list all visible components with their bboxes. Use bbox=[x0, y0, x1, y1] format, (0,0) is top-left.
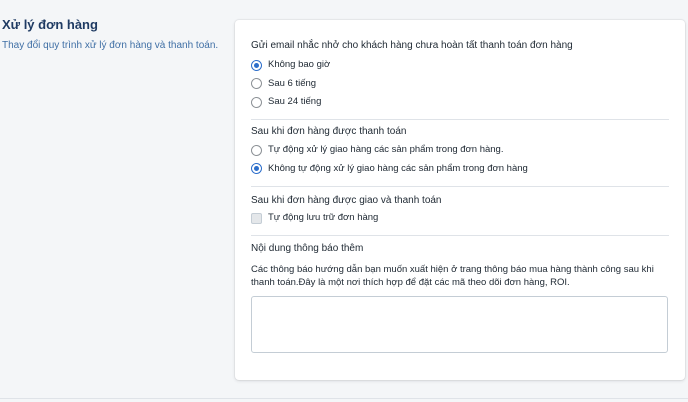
after-delivered-title: Sau khi đơn hàng được giao và thanh toán bbox=[251, 195, 442, 206]
after-paid-title: Sau khi đơn hàng được thanh toán bbox=[251, 126, 407, 137]
auto-archive-option[interactable]: Tự động lưu trữ đơn hàng bbox=[251, 209, 669, 228]
reminder-option-never[interactable]: Không bao giờ bbox=[251, 56, 669, 75]
auto-archive-checkbox[interactable] bbox=[251, 212, 262, 224]
after-paid-option-label: Tự động xử lý giao hàng các sản phẩm tro… bbox=[268, 144, 504, 156]
section-title: Xử lý đơn hàng bbox=[2, 17, 98, 32]
reminder-option-24h[interactable]: Sau 24 tiếng bbox=[251, 93, 669, 112]
divider bbox=[251, 186, 669, 187]
reminder-option-label: Sau 6 tiếng bbox=[268, 77, 317, 89]
bottom-divider bbox=[0, 398, 688, 399]
reminder-option-6h[interactable]: Sau 6 tiếng bbox=[251, 75, 669, 94]
extra-notice-title: Nội dung thông báo thêm bbox=[251, 243, 364, 254]
after-paid-group: Sau khi đơn hàng được thanh toán Tự động… bbox=[251, 125, 669, 178]
reminder-option-label: Không bao giờ bbox=[268, 59, 331, 71]
radio-button[interactable] bbox=[251, 96, 262, 108]
after-paid-option-manual[interactable]: Không tự động xử lý giao hàng các sản ph… bbox=[251, 160, 669, 179]
extra-notice-description: Các thông báo hướng dẫn bạn muốn xuất hi… bbox=[251, 264, 654, 288]
radio-button[interactable] bbox=[251, 59, 262, 71]
order-processing-card: Gửi email nhắc nhở cho khách hàng chưa h… bbox=[235, 20, 685, 380]
extra-notice-group: Nội dung thông báo thêm Các thông báo hư… bbox=[251, 242, 669, 289]
radio-button[interactable] bbox=[251, 78, 262, 90]
after-delivered-group: Sau khi đơn hàng được giao và thanh toán… bbox=[251, 194, 669, 228]
after-paid-option-label: Không tự động xử lý giao hàng các sản ph… bbox=[268, 162, 528, 174]
reminder-title: Gửi email nhắc nhở cho khách hàng chưa h… bbox=[251, 40, 573, 51]
reminder-option-label: Sau 24 tiếng bbox=[268, 96, 322, 108]
radio-button[interactable] bbox=[251, 163, 262, 175]
divider bbox=[251, 235, 669, 236]
auto-archive-label: Tự động lưu trữ đơn hàng bbox=[268, 212, 379, 224]
reminder-group: Gửi email nhắc nhở cho khách hàng chưa h… bbox=[251, 39, 669, 112]
section-description: Thay đổi quy trình xử lý đơn hàng và tha… bbox=[2, 40, 219, 51]
section-header: Xử lý đơn hàng Thay đổi quy trình xử lý … bbox=[2, 17, 228, 52]
radio-button[interactable] bbox=[251, 144, 262, 156]
after-paid-option-auto[interactable]: Tự động xử lý giao hàng các sản phẩm tro… bbox=[251, 141, 669, 160]
extra-notice-textarea[interactable] bbox=[251, 296, 668, 353]
divider bbox=[251, 119, 669, 120]
